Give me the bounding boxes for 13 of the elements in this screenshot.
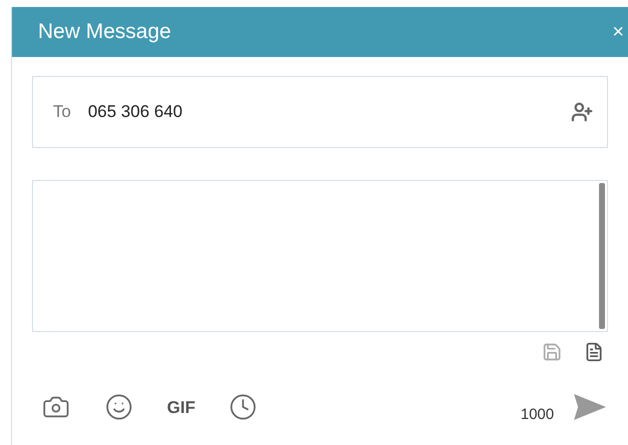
dialog-title: New Message	[38, 19, 172, 46]
send-icon[interactable]	[574, 394, 606, 420]
document-icon[interactable]	[584, 342, 604, 362]
recipient-field[interactable]: To 065 306 640	[32, 76, 608, 148]
scrollbar[interactable]	[599, 183, 605, 329]
character-counter: 1000	[520, 405, 554, 425]
message-field[interactable]	[32, 180, 608, 332]
to-label: To	[53, 101, 71, 124]
add-contact-icon[interactable]	[571, 101, 593, 123]
gif-button[interactable]: GIF	[167, 394, 196, 420]
emoji-icon[interactable]	[105, 393, 133, 422]
schedule-icon[interactable]	[229, 393, 258, 422]
recipient-value: 065 306 640	[88, 101, 184, 124]
